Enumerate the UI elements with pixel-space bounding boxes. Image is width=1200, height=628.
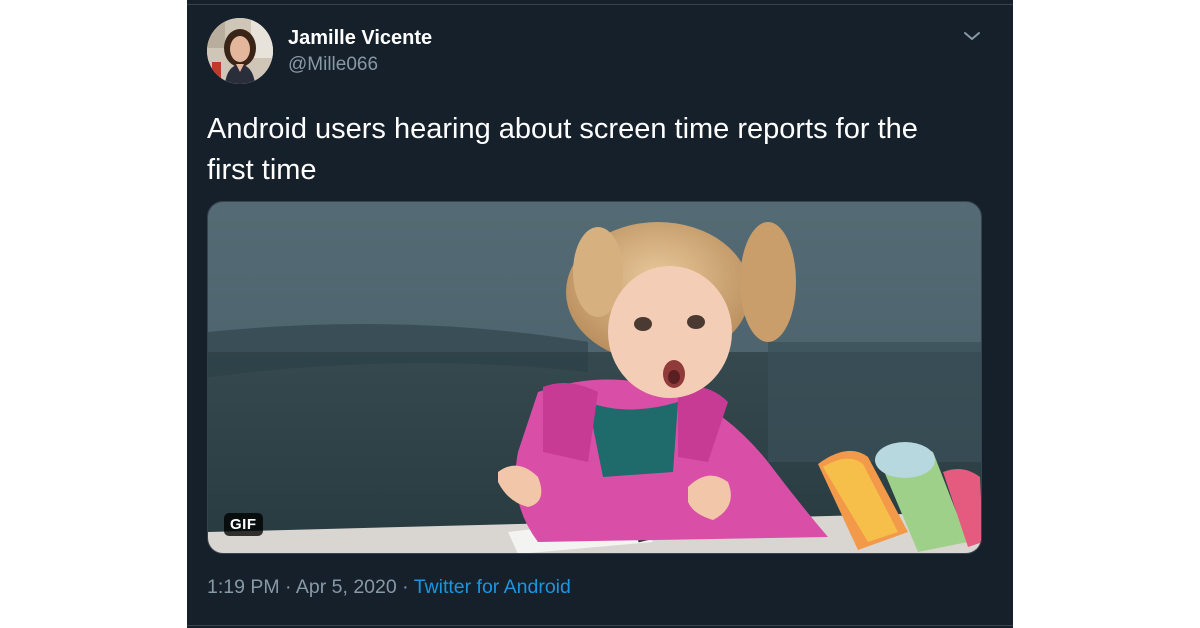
- tweet-card: Jamille Vicente @Mille066 Android users …: [187, 0, 1013, 628]
- tweet-text-line: first time: [207, 154, 317, 186]
- tweet-time[interactable]: 1:19 PM: [207, 576, 280, 598]
- tweet-meta: 1:19 PM · Apr 5, 2020 · Twitter for Andr…: [207, 576, 571, 599]
- author-name[interactable]: Jamille Vicente: [288, 27, 432, 50]
- gif-media[interactable]: GIF: [207, 201, 982, 554]
- gif-badge: GIF: [224, 513, 263, 536]
- divider: [187, 4, 1013, 5]
- chevron-down-icon[interactable]: [962, 28, 982, 44]
- tweet-date[interactable]: Apr 5, 2020: [296, 576, 397, 598]
- tweet-text-line: Android users hearing about screen time …: [207, 113, 918, 145]
- tweet-text: Android users hearing about screen time …: [207, 109, 987, 191]
- author-handle[interactable]: @Mille066: [288, 54, 378, 76]
- gif-image: [208, 202, 981, 553]
- separator: ·: [396, 576, 414, 598]
- source-link[interactable]: Twitter for Android: [414, 576, 571, 598]
- divider: [187, 625, 1013, 626]
- avatar-image: [207, 18, 273, 84]
- avatar[interactable]: [207, 18, 273, 84]
- separator: ·: [279, 576, 296, 598]
